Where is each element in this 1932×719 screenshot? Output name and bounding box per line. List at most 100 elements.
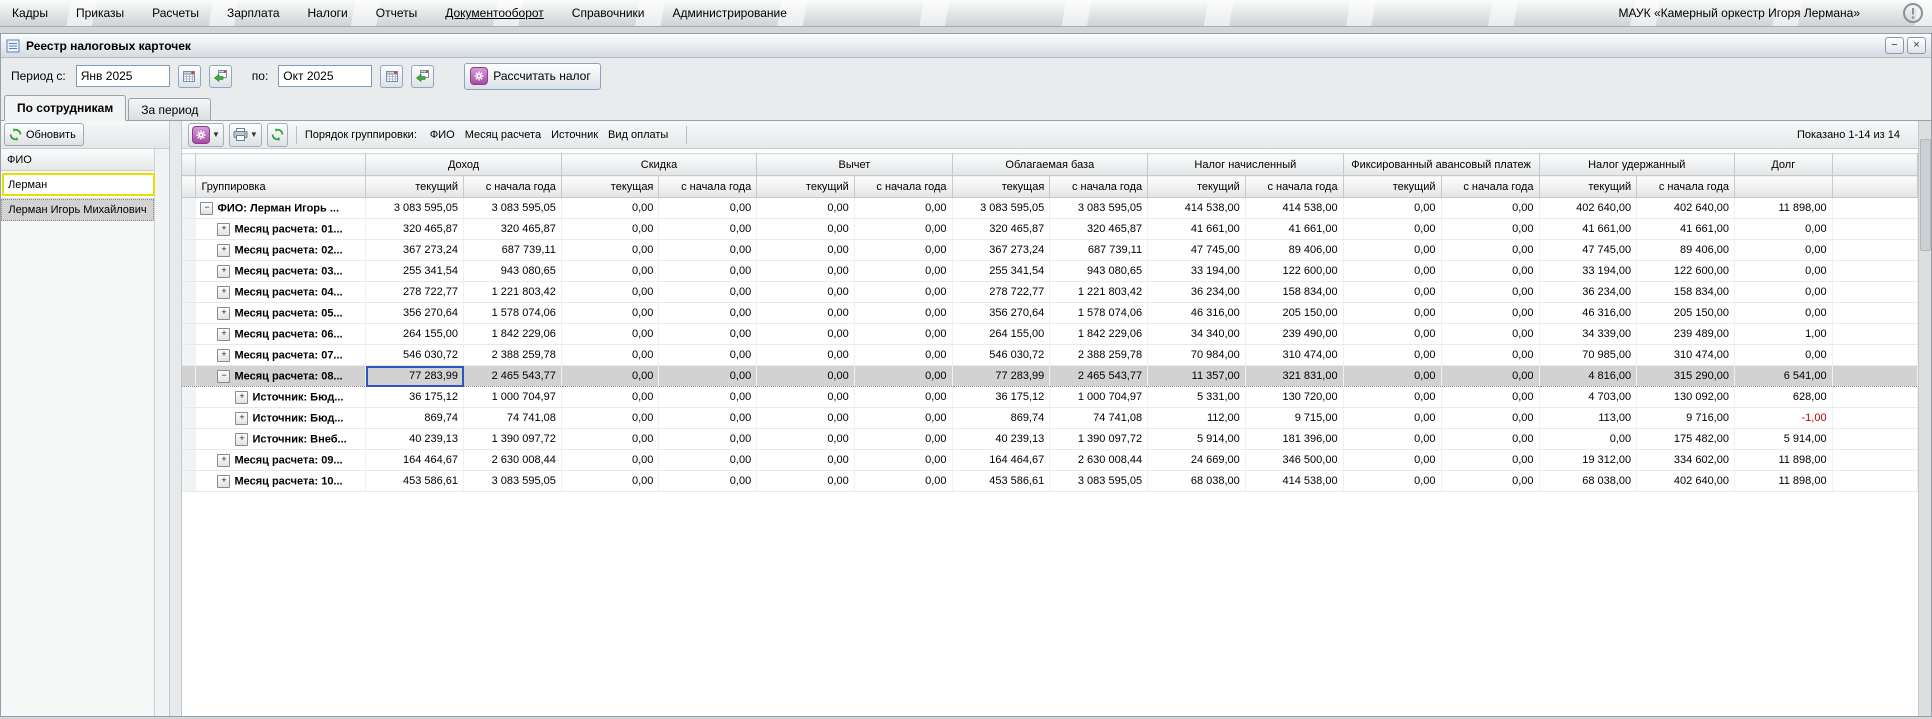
- value-cell[interactable]: 453 586,61: [952, 470, 1051, 492]
- column-sub-header[interactable]: текущий: [1539, 175, 1638, 198]
- value-cell[interactable]: 89 406,00: [1245, 239, 1344, 261]
- value-cell[interactable]: 0,00: [1734, 239, 1833, 261]
- value-cell[interactable]: 3 083 595,05: [365, 197, 465, 219]
- column-group-header[interactable]: Облагаемая база: [952, 153, 1149, 176]
- value-cell[interactable]: 0,00: [1441, 428, 1540, 450]
- value-cell[interactable]: 68 038,00: [1147, 470, 1246, 492]
- value-cell[interactable]: 0,00: [756, 449, 855, 471]
- value-cell[interactable]: 1 578 074,06: [463, 302, 562, 324]
- value-cell[interactable]: 546 030,72: [952, 344, 1051, 366]
- value-cell[interactable]: 0,00: [658, 407, 758, 429]
- group-cell[interactable]: + Месяц расчета: 09...: [195, 449, 367, 471]
- column-sub-header[interactable]: с начала года: [1636, 175, 1735, 198]
- collapse-icon[interactable]: −: [200, 201, 214, 215]
- actions-dropdown-button[interactable]: ▼: [188, 122, 224, 147]
- row-indicator[interactable]: [182, 218, 197, 240]
- value-cell[interactable]: 0,00: [1441, 260, 1540, 282]
- value-cell[interactable]: 36 175,12: [365, 386, 465, 408]
- group-cell[interactable]: + Источник: Бюд...: [195, 386, 367, 408]
- value-cell[interactable]: 11 357,00: [1147, 365, 1246, 387]
- value-cell[interactable]: 164 464,67: [952, 449, 1051, 471]
- value-cell[interactable]: 320 465,87: [463, 218, 562, 240]
- value-cell[interactable]: 0,00: [1539, 428, 1638, 450]
- value-cell[interactable]: 0,00: [658, 449, 758, 471]
- value-cell[interactable]: 0,00: [561, 239, 660, 261]
- value-cell[interactable]: 5 914,00: [1734, 428, 1833, 450]
- expand-icon[interactable]: +: [217, 306, 231, 320]
- value-cell[interactable]: 0,00: [561, 365, 660, 387]
- value-cell[interactable]: 0,00: [1343, 302, 1442, 324]
- value-cell[interactable]: 0,00: [561, 302, 660, 324]
- menu-item[interactable]: Приказы: [76, 6, 124, 20]
- calendar-icon[interactable]: [380, 64, 404, 88]
- value-cell[interactable]: 130 092,00: [1636, 386, 1735, 408]
- value-cell[interactable]: 0,00: [561, 260, 660, 282]
- expand-icon[interactable]: +: [217, 285, 231, 299]
- period-from-input[interactable]: [75, 65, 170, 87]
- value-cell[interactable]: 0,00: [561, 323, 660, 345]
- column-group-header[interactable]: Долг: [1734, 153, 1833, 176]
- row-indicator[interactable]: [182, 302, 197, 324]
- value-cell[interactable]: 0,00: [561, 218, 660, 240]
- value-cell[interactable]: 278 722,77: [365, 281, 465, 303]
- table-row[interactable]: + Месяц расчета: 05... 356 270,64 1 578 074…: [182, 302, 1918, 324]
- value-cell[interactable]: 0,00: [854, 260, 953, 282]
- value-cell[interactable]: 41 661,00: [1539, 218, 1638, 240]
- value-cell[interactable]: 0,00: [756, 386, 855, 408]
- group-cell[interactable]: − Месяц расчета: 08...: [195, 365, 367, 387]
- period-to-input[interactable]: [278, 65, 373, 87]
- value-cell[interactable]: 36 234,00: [1539, 281, 1638, 303]
- value-cell[interactable]: 402 640,00: [1539, 197, 1638, 219]
- value-cell[interactable]: 0,00: [854, 344, 953, 366]
- group-cell[interactable]: + Месяц расчета: 07...: [195, 344, 367, 366]
- calendar-prev-arrow-icon[interactable]: [208, 64, 232, 88]
- group-cell[interactable]: + Месяц расчета: 03...: [195, 260, 367, 282]
- value-cell[interactable]: 41 661,00: [1245, 218, 1344, 240]
- menu-item[interactable]: Отчеты: [376, 6, 417, 20]
- value-cell[interactable]: 628,00: [1734, 386, 1833, 408]
- row-indicator[interactable]: [182, 386, 197, 408]
- value-cell[interactable]: 0,00: [1343, 260, 1442, 282]
- menu-item[interactable]: Расчеты: [152, 6, 199, 20]
- collapse-icon[interactable]: −: [217, 369, 231, 383]
- value-cell[interactable]: 264 155,00: [952, 323, 1051, 345]
- value-cell[interactable]: 34 339,00: [1539, 323, 1638, 345]
- value-cell[interactable]: 414 538,00: [1147, 197, 1246, 219]
- value-cell[interactable]: 0,00: [854, 386, 953, 408]
- value-cell[interactable]: 40 239,13: [365, 428, 465, 450]
- value-cell[interactable]: 0,00: [1343, 323, 1442, 345]
- value-cell[interactable]: 0,00: [854, 323, 953, 345]
- column-group-header[interactable]: Скидка: [561, 153, 758, 176]
- menu-item[interactable]: Кадры: [12, 6, 48, 20]
- value-cell[interactable]: 3 083 595,05: [463, 470, 562, 492]
- value-cell[interactable]: 0,00: [1441, 197, 1540, 219]
- value-cell[interactable]: 0,00: [854, 281, 953, 303]
- expand-icon[interactable]: +: [235, 411, 249, 425]
- value-cell[interactable]: 0,00: [756, 470, 855, 492]
- value-cell[interactable]: 869,74: [952, 407, 1051, 429]
- column-sub-header[interactable]: с начала года: [1441, 175, 1540, 198]
- value-cell[interactable]: 0,00: [756, 239, 855, 261]
- value-cell[interactable]: 0,00: [658, 218, 758, 240]
- table-row[interactable]: − ФИО: Лерман Игорь ... 3 083 595,05 3 083 …: [182, 197, 1918, 219]
- value-cell[interactable]: 320 465,87: [952, 218, 1051, 240]
- value-cell[interactable]: 0,00: [1343, 218, 1442, 240]
- row-indicator[interactable]: [182, 323, 197, 345]
- calculate-tax-button[interactable]: Рассчитать налог: [464, 62, 601, 90]
- value-cell[interactable]: 122 600,00: [1636, 260, 1735, 282]
- value-cell[interactable]: 0,00: [658, 239, 758, 261]
- value-cell[interactable]: 3 083 595,05: [1049, 197, 1149, 219]
- column-sub-header[interactable]: с начала года: [1049, 175, 1149, 198]
- table-row[interactable]: + Источник: Внеб... 40 239,13 1 390 097,72 0…: [182, 428, 1918, 450]
- value-cell[interactable]: 36 175,12: [952, 386, 1051, 408]
- value-cell[interactable]: 0,00: [1441, 407, 1540, 429]
- value-cell[interactable]: 130 720,00: [1245, 386, 1344, 408]
- value-cell[interactable]: 47 745,00: [1147, 239, 1246, 261]
- value-cell[interactable]: 2 465 543,77: [1049, 365, 1149, 387]
- value-cell[interactable]: 0,00: [1441, 218, 1540, 240]
- value-cell[interactable]: 68 038,00: [1539, 470, 1638, 492]
- expand-icon[interactable]: +: [217, 222, 231, 236]
- value-cell[interactable]: 77 283,99: [365, 365, 465, 387]
- value-cell[interactable]: 205 150,00: [1245, 302, 1344, 324]
- grouping-chip[interactable]: Источник: [551, 129, 598, 141]
